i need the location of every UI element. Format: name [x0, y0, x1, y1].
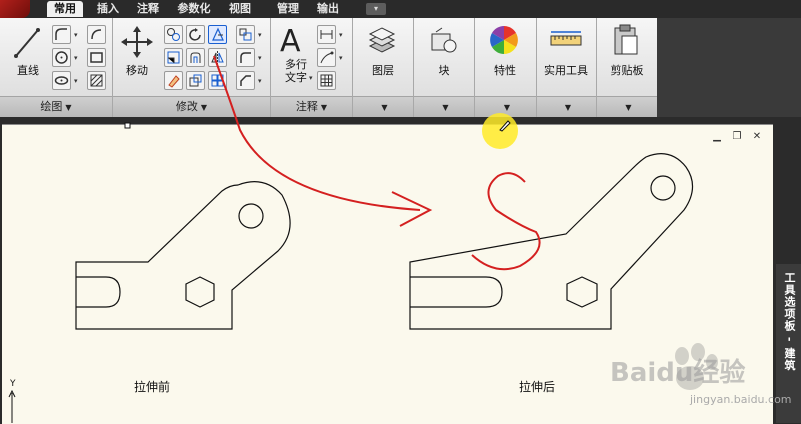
- red-s-mark: [471, 172, 541, 271]
- tool-palette-title: 工具选项板 - 建筑: [783, 272, 796, 372]
- label-before-stretch: 拉伸前: [134, 380, 171, 394]
- watermark-url: jingyan.baidu.com: [690, 393, 792, 406]
- label-after-stretch: 拉伸后: [519, 380, 556, 394]
- pen-cursor-icon: [499, 120, 511, 132]
- ucs-y-axis-label: Y: [10, 379, 16, 389]
- watermark-brand: Baidu经验: [610, 358, 746, 388]
